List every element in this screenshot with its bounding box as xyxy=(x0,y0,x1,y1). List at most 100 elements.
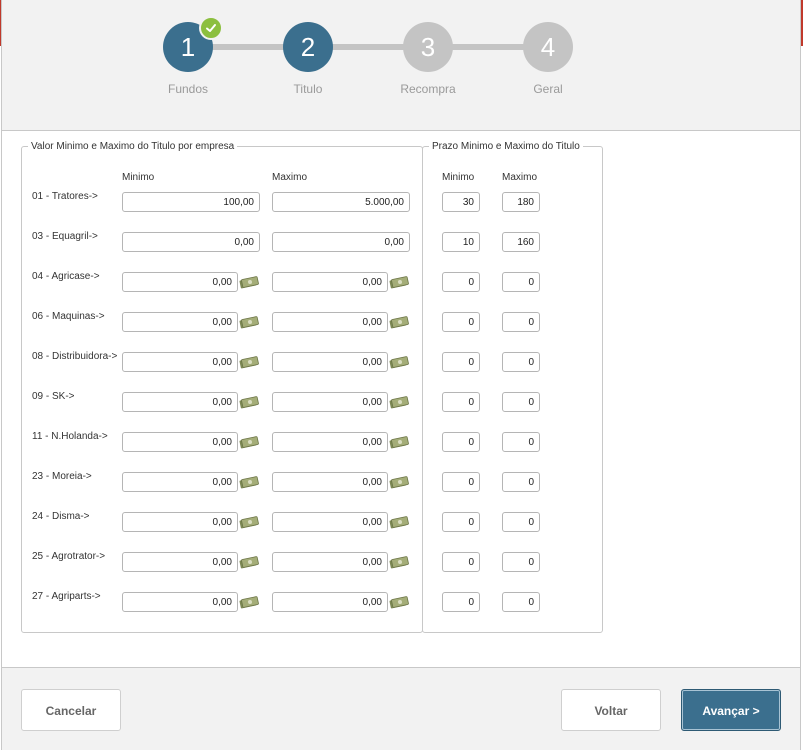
prazo-max-input[interactable] xyxy=(502,192,540,212)
prazo-min-input[interactable] xyxy=(442,352,480,372)
valor-max-input[interactable] xyxy=(272,552,388,572)
valor-max-input[interactable] xyxy=(272,192,410,212)
money-icon[interactable] xyxy=(239,515,259,529)
cancel-button[interactable]: Cancelar xyxy=(21,689,121,731)
prazo-min-input[interactable] xyxy=(442,192,480,212)
valor-max-input[interactable] xyxy=(272,312,388,332)
money-icon[interactable] xyxy=(389,475,409,489)
prazo-min-input[interactable] xyxy=(442,472,480,492)
money-icon[interactable] xyxy=(389,395,409,409)
prazo-max-input[interactable] xyxy=(502,592,540,612)
step-geral[interactable]: 4 Geral xyxy=(498,22,598,96)
prazo-max-input[interactable] xyxy=(502,272,540,292)
money-icon[interactable] xyxy=(239,395,259,409)
prazo-min-input[interactable] xyxy=(442,232,480,252)
prazo-min-input[interactable] xyxy=(442,312,480,332)
money-icon[interactable] xyxy=(389,435,409,449)
prazo-min-input[interactable] xyxy=(442,272,480,292)
step-fundos[interactable]: 1 Fundos xyxy=(138,16,238,96)
prazo-min-input[interactable] xyxy=(442,592,480,612)
company-label: 08 - Distribuidora-> xyxy=(32,351,118,362)
valor-min-input[interactable] xyxy=(122,392,238,412)
valor-min-input[interactable] xyxy=(122,192,260,212)
step-number: 1 xyxy=(180,32,196,62)
prazo-max-input[interactable] xyxy=(502,552,540,572)
step-label: Geral xyxy=(533,82,563,96)
money-icon[interactable] xyxy=(389,595,409,609)
prazo-min-input[interactable] xyxy=(442,552,480,572)
step-number: 4 xyxy=(540,32,556,62)
step-circle: 1 xyxy=(163,16,223,72)
valor-min-input[interactable] xyxy=(122,432,238,452)
step-circle: 2 xyxy=(283,22,333,72)
company-label: 06 - Maquinas-> xyxy=(32,311,105,322)
valor-min-input[interactable] xyxy=(122,552,238,572)
valor-min-input[interactable] xyxy=(122,232,260,252)
prazo-max-input[interactable] xyxy=(502,312,540,332)
company-label: 03 - Equagril-> xyxy=(32,231,98,242)
valor-min-input[interactable] xyxy=(122,352,238,372)
valor-max-input[interactable] xyxy=(272,472,388,492)
valor-min-input[interactable] xyxy=(122,512,238,532)
prazo-max-input[interactable] xyxy=(502,512,540,532)
money-icon[interactable] xyxy=(389,275,409,289)
back-button[interactable]: Voltar xyxy=(561,689,661,731)
money-icon[interactable] xyxy=(239,555,259,569)
valor-min-input[interactable] xyxy=(122,272,238,292)
wizard-footer: Cancelar Voltar Avançar > xyxy=(2,667,800,750)
next-button[interactable]: Avançar > xyxy=(681,689,781,731)
valor-col-min-header: Minimo xyxy=(122,172,155,183)
step-label: Fundos xyxy=(167,82,209,96)
company-label: 04 - Agricase-> xyxy=(32,271,100,282)
money-icon[interactable] xyxy=(239,275,259,289)
wizard-dialog: 1 Fundos 2 Titulo 3 Recompra 4 Geral Val… xyxy=(1,0,801,750)
company-label: 11 - N.Holanda-> xyxy=(32,431,108,442)
company-label: 27 - Agriparts-> xyxy=(32,591,101,602)
money-icon[interactable] xyxy=(389,555,409,569)
valor-col-max-header: Maximo xyxy=(272,172,308,183)
money-icon[interactable] xyxy=(239,355,259,369)
step-recompra[interactable]: 3 Recompra xyxy=(378,22,478,96)
money-icon[interactable] xyxy=(239,315,259,329)
wizard-steps-header: 1 Fundos 2 Titulo 3 Recompra 4 Geral xyxy=(2,0,800,131)
prazo-legend: Prazo Minimo e Maximo do Titulo xyxy=(432,141,580,152)
prazo-max-input[interactable] xyxy=(502,472,540,492)
valor-max-input[interactable] xyxy=(272,272,388,292)
valor-max-input[interactable] xyxy=(272,392,388,412)
valor-max-input[interactable] xyxy=(272,512,388,532)
valor-max-input[interactable] xyxy=(272,232,410,252)
money-icon[interactable] xyxy=(389,515,409,529)
valor-min-input[interactable] xyxy=(122,592,238,612)
step-titulo[interactable]: 2 Titulo xyxy=(258,22,358,96)
valor-max-input[interactable] xyxy=(272,352,388,372)
money-icon[interactable] xyxy=(389,315,409,329)
check-icon xyxy=(199,16,223,40)
valor-min-input[interactable] xyxy=(122,472,238,492)
step-circle: 4 xyxy=(523,22,573,72)
step-circle: 3 xyxy=(403,22,453,72)
valor-legend: Valor Minimo e Maximo do Titulo por empr… xyxy=(31,141,235,152)
step-label: Titulo xyxy=(293,82,323,96)
money-icon[interactable] xyxy=(239,475,259,489)
company-label: 23 - Moreia-> xyxy=(32,471,92,482)
valor-max-input[interactable] xyxy=(272,432,388,452)
company-label: 01 - Tratores-> xyxy=(32,191,98,202)
valor-min-input[interactable] xyxy=(122,312,238,332)
prazo-max-input[interactable] xyxy=(502,432,540,452)
company-label: 25 - Agrotrator-> xyxy=(32,551,106,562)
prazo-min-input[interactable] xyxy=(442,392,480,412)
step-label: Recompra xyxy=(400,82,456,96)
prazo-max-input[interactable] xyxy=(502,232,540,252)
valor-max-input[interactable] xyxy=(272,592,388,612)
money-icon[interactable] xyxy=(239,595,259,609)
money-icon[interactable] xyxy=(239,435,259,449)
prazo-col-max-header: Maximo xyxy=(502,172,538,183)
prazo-min-input[interactable] xyxy=(442,432,480,452)
money-icon[interactable] xyxy=(389,355,409,369)
company-label: 24 - Disma-> xyxy=(32,511,90,522)
company-label: 09 - SK-> xyxy=(32,391,75,402)
prazo-max-input[interactable] xyxy=(502,352,540,372)
prazo-min-input[interactable] xyxy=(442,512,480,532)
prazo-col-min-header: Minimo xyxy=(442,172,475,183)
prazo-max-input[interactable] xyxy=(502,392,540,412)
